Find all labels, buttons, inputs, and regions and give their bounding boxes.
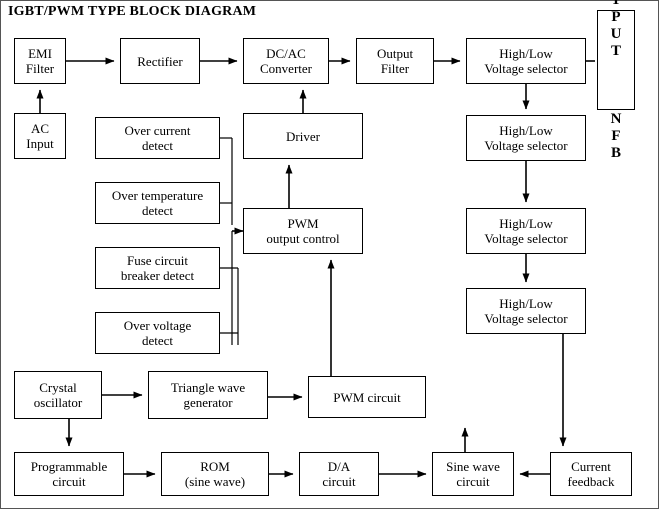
block-label-line1: Sine wave (446, 459, 500, 474)
block-label-line1: High/Low (499, 123, 553, 138)
block-rectifier[interactable]: Rectifier (120, 38, 200, 84)
block-label-line1: High/Low (499, 46, 553, 61)
block-label-line2: feedback (567, 474, 615, 489)
block-label-line1: Rectifier (137, 53, 183, 69)
block-label-line1: Driver (286, 128, 320, 144)
block-rom-sine-wave[interactable]: ROM (sine wave) (161, 452, 269, 496)
block-label-line2: detect (141, 333, 174, 348)
block-label-line1: Programmable (30, 459, 108, 474)
block-emi-filter[interactable]: EMI Filter (14, 38, 66, 84)
block-label-line2: output control (266, 231, 340, 246)
block-label-line1: Current (571, 459, 611, 474)
block-label-line1: Crystal (39, 380, 77, 395)
block-label-line1: Over temperature (111, 188, 204, 203)
block-label-line1: EMI (28, 46, 52, 61)
block-crystal-oscillator[interactable]: Crystal oscillator (14, 371, 102, 419)
block-label-line1: Triangle wave (170, 380, 246, 395)
block-high-low-voltage-selector-1[interactable]: High/Low Voltage selector (466, 38, 586, 84)
block-label-line2: Voltage selector (484, 61, 568, 76)
block-pwm-output-control[interactable]: PWM output control (243, 208, 363, 254)
block-high-low-voltage-selector-4[interactable]: High/Low Voltage selector (466, 288, 586, 334)
block-dc-ac-converter[interactable]: DC/AC Converter (243, 38, 329, 84)
block-label-line2: circuit (456, 474, 490, 489)
block-label-line2: Filter (25, 61, 55, 76)
block-over-current-detect[interactable]: Over current detect (95, 117, 220, 159)
block-label-line2: Voltage selector (484, 138, 568, 153)
block-pwm-circuit[interactable]: PWM circuit (308, 376, 426, 418)
block-label-line1: Over voltage (123, 318, 192, 333)
block-label-line1: D/A (327, 459, 351, 474)
block-label-line1: High/Low (499, 296, 553, 311)
block-over-voltage-detect[interactable]: Over voltage detect (95, 312, 220, 354)
block-label-line2: Filter (380, 61, 410, 76)
block-label-line2: circuit (322, 474, 356, 489)
output-nfb-label: OUTPUT NFB (608, 0, 624, 162)
block-output-filter[interactable]: Output Filter (356, 38, 434, 84)
block-label-line2: detect (141, 203, 174, 218)
block-driver[interactable]: Driver (243, 113, 363, 159)
block-label-line2: Voltage selector (484, 311, 568, 326)
block-label-line1: High/Low (499, 216, 553, 231)
block-current-feedback[interactable]: Current feedback (550, 452, 632, 496)
block-triangle-wave-generator[interactable]: Triangle wave generator (148, 371, 268, 419)
block-label-line1: PWM (287, 216, 319, 231)
block-sine-wave-circuit[interactable]: Sine wave circuit (432, 452, 514, 496)
block-ac-input[interactable]: AC Input (14, 113, 66, 159)
diagram-title: IGBT/PWM TYPE BLOCK DIAGRAM (8, 4, 257, 19)
block-label-line2: circuit (52, 474, 86, 489)
block-label-line1: PWM circuit (333, 389, 401, 405)
block-label-line2: Converter (260, 61, 312, 76)
block-label-line1: ROM (200, 459, 230, 474)
block-label-line2: Voltage selector (484, 231, 568, 246)
block-label-line2: oscillator (33, 395, 83, 410)
block-label-line1: Over current (124, 123, 191, 138)
block-high-low-voltage-selector-3[interactable]: High/Low Voltage selector (466, 208, 586, 254)
block-da-circuit[interactable]: D/A circuit (299, 452, 379, 496)
block-label-line1: Output (376, 46, 414, 61)
block-label-line1: AC (30, 121, 50, 136)
block-label-line2: (sine wave) (184, 474, 246, 489)
block-label-line2: detect (141, 138, 174, 153)
block-output-nfb[interactable]: OUTPUT NFB (597, 0, 635, 162)
block-fuse-circuit-breaker-detect[interactable]: Fuse circuit breaker detect (95, 247, 220, 289)
block-label-line2: generator (183, 395, 233, 410)
block-label-line1: Fuse circuit (126, 253, 188, 268)
block-label-line2: breaker detect (120, 268, 195, 283)
block-over-temperature-detect[interactable]: Over temperature detect (95, 182, 220, 224)
block-programmable-circuit[interactable]: Programmable circuit (14, 452, 124, 496)
block-label-line1: DC/AC (266, 46, 306, 61)
block-diagram-canvas: IGBT/PWM TYPE BLOCK DIAGRAM EMI Filter A… (0, 0, 660, 510)
block-label-line2: Input (26, 136, 54, 151)
block-high-low-voltage-selector-2[interactable]: High/Low Voltage selector (466, 115, 586, 161)
